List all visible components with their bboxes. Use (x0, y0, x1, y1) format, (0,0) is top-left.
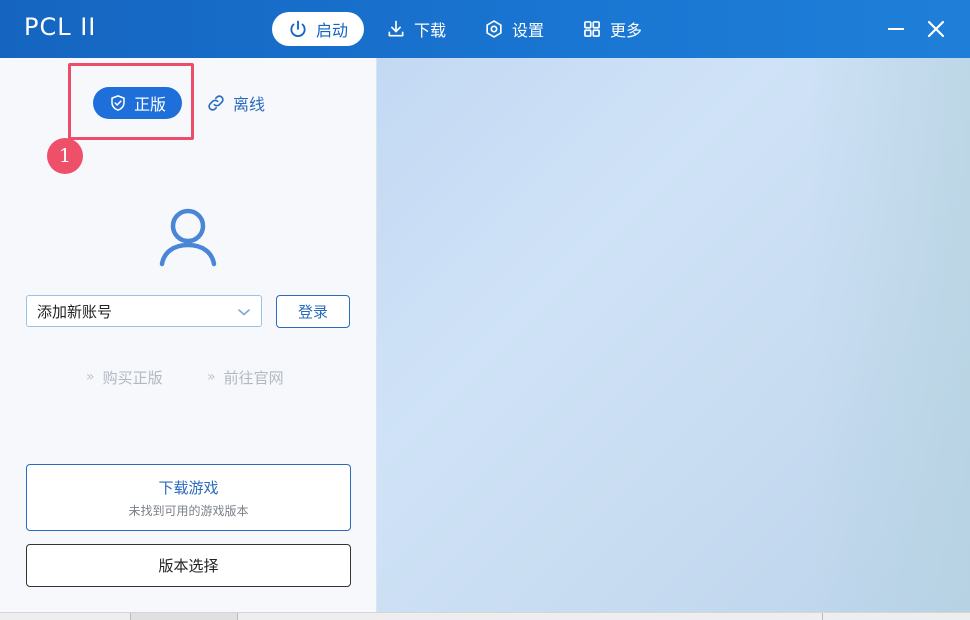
account-select[interactable]: 添加新账号 (26, 295, 262, 327)
app-title: PCL II (24, 13, 97, 41)
nav-settings[interactable]: 设置 (468, 12, 560, 46)
chevron-right-double-icon: » (207, 369, 216, 385)
official-website-link[interactable]: » 前往官网 (207, 366, 284, 388)
nav-launch[interactable]: 启动 (272, 12, 365, 46)
nav-more[interactable]: 更多 (566, 12, 658, 46)
annotation-step-marker: 1 (47, 138, 83, 174)
account-panel: 正版 离线 1 添加新账号 登录 » 购买正版 » 前往官网 下载游戏 未找到可… (0, 58, 377, 612)
chevron-right-double-icon: » (86, 369, 95, 385)
launcher-window: PCL II 启动 下载 设置 更多 正版 离线 1 添加新账号 登录 » 购买… (0, 0, 970, 612)
grid-icon (584, 21, 600, 37)
official-website-label: 前往官网 (223, 368, 284, 387)
buy-official-label: 购买正版 (102, 368, 163, 387)
gear-icon (486, 20, 502, 38)
top-nav: 启动 下载 设置 更多 (272, 12, 664, 46)
buy-official-link[interactable]: » 购买正版 (86, 366, 163, 388)
link-icon (208, 95, 224, 111)
login-mode-offline-label: 离线 (233, 95, 266, 114)
download-game-button[interactable]: 下载游戏 未找到可用的游戏版本 (26, 464, 351, 531)
login-button[interactable]: 登录 (276, 295, 350, 328)
account-select-value: 添加新账号 (37, 302, 113, 321)
minimize-icon (888, 28, 904, 30)
annotation-highlight-box (68, 63, 194, 140)
minimize-button[interactable] (881, 14, 911, 44)
title-bar: PCL II 启动 下载 设置 更多 (0, 0, 970, 58)
download-game-title: 下载游戏 (158, 478, 219, 497)
nav-settings-label: 设置 (512, 21, 545, 40)
login-mode-offline[interactable]: 离线 (206, 89, 265, 117)
chevron-down-icon (238, 309, 250, 316)
background-area (377, 58, 970, 612)
version-select-button[interactable]: 版本选择 (26, 544, 351, 587)
nav-download-label: 下载 (414, 21, 447, 40)
nav-download[interactable]: 下载 (370, 12, 462, 46)
close-button[interactable] (921, 14, 951, 44)
power-icon (290, 20, 306, 37)
close-icon (927, 20, 945, 38)
download-game-subtitle: 未找到可用的游戏版本 (128, 503, 249, 518)
download-icon (388, 20, 404, 37)
nav-launch-label: 启动 (316, 21, 349, 40)
user-avatar-icon (159, 208, 217, 267)
nav-more-label: 更多 (610, 21, 643, 40)
